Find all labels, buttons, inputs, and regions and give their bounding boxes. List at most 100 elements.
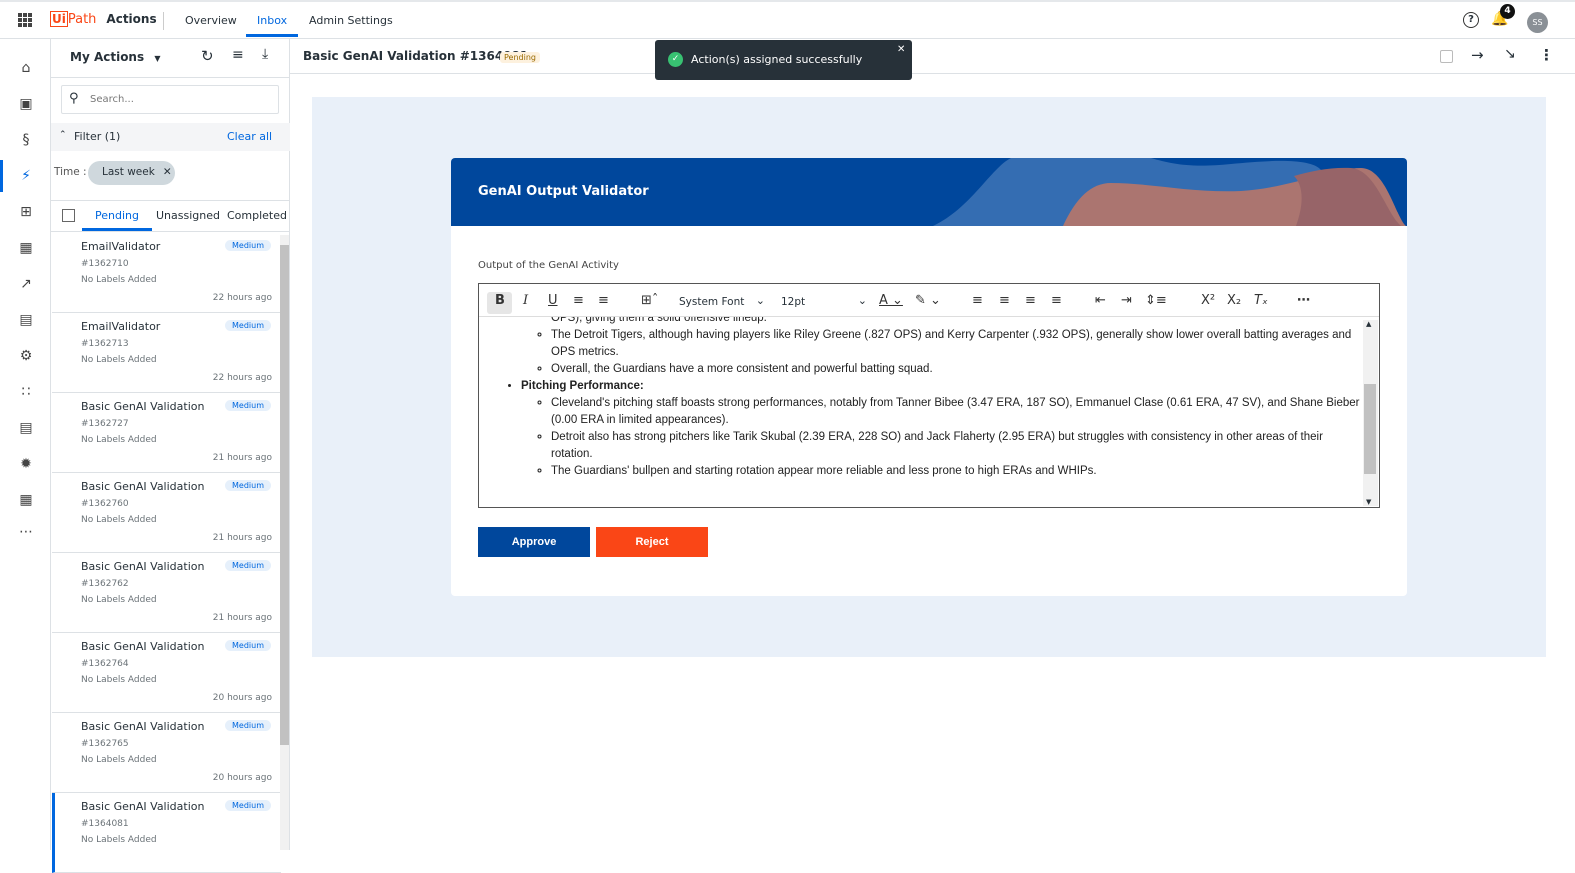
save-icon[interactable]: [1440, 50, 1453, 63]
item-labels: No Labels Added: [81, 275, 157, 285]
item-time: 21 hours ago: [212, 533, 272, 543]
justify-icon[interactable]: ≡: [1051, 293, 1062, 308]
highlight-icon[interactable]: ✎ ⌄: [915, 293, 941, 308]
more-vertical-icon[interactable]: ⋮: [1539, 46, 1554, 64]
list-item: The Guardians' bullpen and starting rota…: [551, 463, 1363, 480]
item-id: #1362764: [81, 659, 129, 669]
item-id: #1362713: [81, 339, 129, 349]
tab-pending[interactable]: Pending: [95, 209, 139, 222]
item-id: #1362765: [81, 739, 129, 749]
subscript-icon[interactable]: X₂: [1227, 293, 1241, 308]
dashboard-icon[interactable]: ▦: [17, 239, 35, 257]
tab-completed[interactable]: Completed: [227, 209, 287, 222]
select-all-checkbox[interactable]: [62, 209, 75, 222]
font-size-select[interactable]: 12pt ⌄: [777, 292, 869, 314]
scrollbar[interactable]: [280, 235, 289, 850]
align-left-icon[interactable]: ≡: [972, 293, 983, 308]
home-icon[interactable]: ⌂: [17, 59, 35, 77]
my-actions-dropdown[interactable]: My Actions ▼: [70, 50, 160, 64]
list-item: OPS), giving them a solid offensive line…: [551, 317, 767, 324]
priority-badge: Medium: [225, 400, 271, 411]
caret-down-icon: ▼: [154, 54, 161, 63]
refresh-icon[interactable]: ↻: [201, 47, 214, 65]
line-height-icon[interactable]: ⇕≡: [1145, 293, 1167, 308]
modules-icon[interactable]: ∷: [17, 383, 35, 401]
reject-button[interactable]: Reject: [596, 527, 708, 557]
search-icon: ⚲: [69, 91, 79, 106]
clear-all-link[interactable]: Clear all: [227, 130, 272, 143]
approve-button[interactable]: Approve: [478, 527, 590, 557]
tab-admin-settings[interactable]: Admin Settings: [309, 14, 393, 27]
list-item[interactable]: Basic GenAI Validation #1362727 No Label…: [52, 393, 281, 473]
editor-scrollbar[interactable]: ▲ ▼: [1363, 320, 1378, 506]
italic-icon[interactable]: I: [523, 293, 528, 308]
robot-icon[interactable]: ▣: [17, 95, 35, 113]
detail-title: Basic GenAI Validation #1364081: [303, 49, 529, 63]
scrollbar-thumb[interactable]: [1364, 384, 1376, 474]
numbered-list-icon[interactable]: ≡: [598, 293, 609, 308]
rich-text-editor[interactable]: B I U ≡ ≡ ⊞ˆ System Font ⌄ 12pt ⌄ A ⌄ ✎ ⌄ …: [478, 283, 1380, 508]
scrollbar-thumb[interactable]: [280, 245, 289, 745]
more-options-icon[interactable]: ⋯: [1297, 293, 1310, 308]
tab-overview[interactable]: Overview: [185, 14, 237, 27]
help-icon[interactable]: ?: [1463, 12, 1479, 28]
text-color-icon[interactable]: A ⌄: [879, 293, 903, 308]
outdent-icon[interactable]: ⇤: [1095, 293, 1106, 308]
close-icon[interactable]: ✕: [897, 44, 905, 55]
list-item[interactable]: Basic GenAI Validation #1362762 No Label…: [52, 553, 281, 633]
store-icon[interactable]: ▤: [17, 311, 35, 329]
scroll-down-icon[interactable]: ▼: [1366, 498, 1371, 506]
list-item[interactable]: Basic GenAI Validation #1364081 No Label…: [52, 793, 281, 873]
align-right-icon[interactable]: ≡: [1025, 293, 1036, 308]
close-icon[interactable]: ✕: [163, 166, 172, 178]
item-time: 20 hours ago: [212, 693, 272, 703]
list-item[interactable]: EmailValidator #1362713 No Labels Added …: [52, 313, 281, 393]
align-center-icon[interactable]: ≡: [999, 293, 1010, 308]
app-launcher-icon[interactable]: [18, 13, 32, 27]
editor-content[interactable]: OPS), giving them a solid offensive line…: [479, 317, 1363, 507]
item-time: 21 hours ago: [212, 453, 272, 463]
logo-path: Path: [67, 11, 97, 27]
success-toast: ✓ Action(s) assigned successfully ✕: [655, 40, 912, 80]
calendar-icon[interactable]: ▦: [17, 491, 35, 509]
list-item[interactable]: Basic GenAI Validation #1362765 No Label…: [52, 713, 281, 793]
download-icon[interactable]: ⤓: [262, 46, 268, 62]
list-item[interactable]: EmailValidator #1362710 No Labels Added …: [52, 233, 281, 313]
underline-icon[interactable]: U: [548, 293, 558, 308]
logo-ui: Ui: [50, 11, 68, 27]
document-icon[interactable]: ▤: [17, 419, 35, 437]
bold-icon[interactable]: B: [495, 293, 505, 308]
clear-format-icon[interactable]: Tₓ: [1254, 293, 1268, 308]
chevron-up-icon[interactable]: ⌃: [59, 130, 67, 140]
item-time: 20 hours ago: [212, 773, 272, 783]
integration-icon[interactable]: ⚙: [17, 347, 35, 365]
indent-icon[interactable]: ⇥: [1121, 293, 1132, 308]
font-size-value: 12pt: [781, 296, 806, 308]
more-icon[interactable]: ⋯: [17, 523, 35, 541]
forward-arrow-icon[interactable]: →: [1471, 46, 1484, 64]
priority-badge: Medium: [225, 240, 271, 251]
scroll-up-icon[interactable]: ▲: [1366, 320, 1371, 328]
item-labels: No Labels Added: [81, 675, 157, 685]
status-badge: Pending: [500, 52, 540, 63]
bullet-list-icon[interactable]: ≡: [573, 293, 584, 308]
priority-badge: Medium: [225, 800, 271, 811]
filter-icon[interactable]: ≡: [232, 47, 244, 63]
process-icon[interactable]: §: [17, 131, 35, 149]
search-input[interactable]: ⚲ Search...: [61, 85, 279, 114]
tab-inbox[interactable]: Inbox: [257, 14, 287, 27]
superscript-icon[interactable]: X²: [1201, 293, 1215, 308]
settings-icon[interactable]: ✹: [17, 455, 35, 473]
avatar[interactable]: SS: [1527, 12, 1548, 33]
font-family-select[interactable]: System Font ⌄: [675, 292, 767, 314]
actions-icon[interactable]: ⚡: [17, 167, 35, 185]
chart-icon[interactable]: ↗: [17, 275, 35, 293]
apps-add-icon[interactable]: ⊞: [17, 203, 35, 221]
list-item[interactable]: Basic GenAI Validation #1362760 No Label…: [52, 473, 281, 553]
list-item[interactable]: Basic GenAI Validation #1362764 No Label…: [52, 633, 281, 713]
reassign-icon[interactable]: ↘: [1504, 46, 1516, 62]
filter-label[interactable]: Filter (1): [74, 130, 120, 143]
time-filter-chip: Last week ✕: [88, 161, 175, 185]
table-icon[interactable]: ⊞ˆ: [641, 293, 658, 308]
tab-unassigned[interactable]: Unassigned: [156, 209, 220, 222]
